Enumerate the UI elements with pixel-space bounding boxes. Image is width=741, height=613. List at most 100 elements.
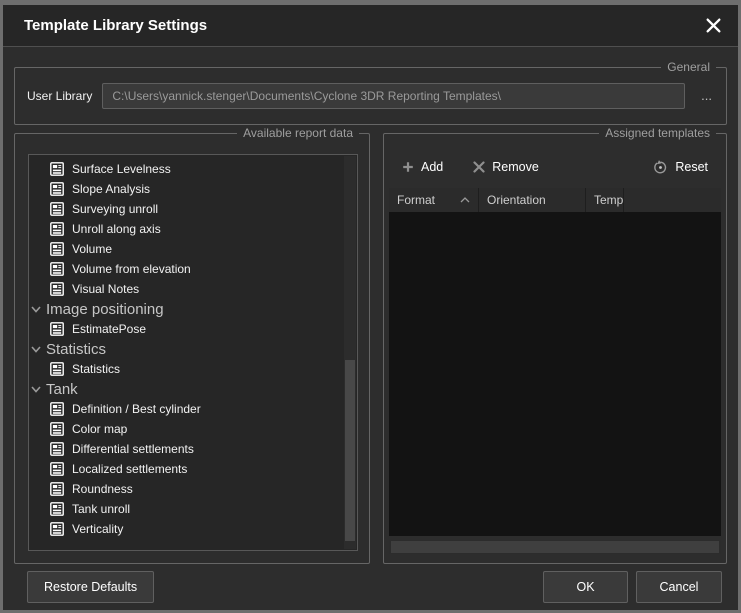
tree-item-row[interactable]: Tank unroll (29, 499, 357, 519)
report-icon (50, 462, 64, 476)
tree-item-row[interactable]: Slope Analysis (29, 179, 357, 199)
tree-item-row[interactable]: Surveying unroll (29, 199, 357, 219)
reset-button[interactable]: Reset (647, 158, 714, 177)
tree-row-label: Differential settlements (72, 442, 194, 456)
tree-row-label: Volume (72, 242, 112, 256)
tree-item-row[interactable]: Definition / Best cylinder (29, 399, 357, 419)
report-icon (50, 422, 64, 436)
table-body-empty[interactable] (389, 212, 721, 536)
tree-item-row[interactable]: Verticality (29, 519, 357, 539)
browse-button[interactable]: ... (695, 83, 718, 109)
add-button[interactable]: Add (396, 158, 449, 176)
cancel-button[interactable]: Cancel (636, 571, 722, 603)
tree-item-row[interactable]: Differential settlements (29, 439, 357, 459)
vertical-scrollbar[interactable] (344, 156, 356, 549)
tree-row-label: Slope Analysis (72, 182, 150, 196)
report-icon (50, 222, 64, 236)
dialog-content: General User Library C:\Users\yannick.st… (3, 47, 738, 610)
column-header-label: Temp (594, 193, 623, 207)
report-icon (50, 442, 64, 456)
assigned-templates-table: Format Orientation Temp (389, 188, 721, 536)
tree-item-row[interactable]: Localized settlements (29, 459, 357, 479)
tree-row-label: Tank (46, 381, 78, 398)
x-icon (473, 161, 485, 173)
tree-row-label: EstimatePose (72, 322, 146, 336)
column-header-format[interactable]: Format (389, 188, 479, 212)
horizontal-scrollbar[interactable] (389, 540, 721, 554)
available-report-data-legend: Available report data (237, 125, 359, 141)
assigned-templates-toolbar: Add Remove (396, 154, 714, 180)
report-icon (50, 402, 64, 416)
report-icon (50, 282, 64, 296)
tree-row-label: Tank unroll (72, 502, 130, 516)
report-icon (50, 522, 64, 536)
tree-row-label: Verticality (72, 522, 123, 536)
tree-row-label: Visual Notes (72, 282, 139, 296)
tree-item-row[interactable]: Statistics (29, 359, 357, 379)
table-header-row: Format Orientation Temp (389, 188, 721, 212)
tree-row-label: Image positioning (46, 301, 164, 318)
general-legend: General (661, 59, 716, 75)
column-header-label: Format (397, 193, 435, 207)
horizontal-scrollbar-thumb[interactable] (391, 541, 719, 553)
user-library-label: User Library (27, 89, 92, 103)
ok-button[interactable]: OK (543, 571, 628, 603)
user-library-path-input[interactable]: C:\Users\yannick.stenger\Documents\Cyclo… (102, 83, 685, 109)
tree-group-row[interactable]: Image positioning (29, 299, 357, 319)
tree-item-row[interactable]: Volume from elevation (29, 259, 357, 279)
report-data-tree: Surface Levelness Slope Analysis Surveying… (29, 155, 357, 550)
plus-icon (402, 161, 414, 173)
tree-row-label: Statistics (72, 362, 120, 376)
tree-item-row[interactable]: Roundness (29, 479, 357, 499)
chevron-down-icon (31, 306, 41, 313)
tree-item-row[interactable]: Volume (29, 239, 357, 259)
middle-panels: Available report data Surface LevelnessS… (14, 133, 727, 564)
caret-up-icon (454, 197, 470, 203)
tree-item-row[interactable]: Visual Notes (29, 279, 357, 299)
tree-row-label: Surface Levelness (72, 162, 171, 176)
report-icon (50, 322, 64, 336)
report-icon (50, 482, 64, 496)
tree-item-row[interactable]: Unroll along axis (29, 219, 357, 239)
column-header-empty[interactable] (624, 188, 721, 212)
tree-row-label: Volume from elevation (72, 262, 191, 276)
report-icon (50, 262, 64, 276)
footer-bar: Restore Defaults OK Cancel (14, 564, 727, 610)
titlebar: Template Library Settings (3, 5, 738, 47)
assigned-templates-legend: Assigned templates (599, 125, 716, 141)
general-groupbox: General User Library C:\Users\yannick.st… (14, 67, 727, 125)
report-icon (50, 182, 64, 196)
report-icon (50, 502, 64, 516)
remove-button[interactable]: Remove (467, 158, 545, 176)
restore-defaults-button[interactable]: Restore Defaults (27, 571, 154, 603)
tree-row-label: Definition / Best cylinder (72, 402, 201, 416)
report-icon (50, 362, 64, 376)
column-header-temp[interactable]: Temp (586, 188, 624, 212)
tree-group-row[interactable]: Statistics (29, 339, 357, 359)
report-icon (50, 242, 64, 256)
tree-row-label: Unroll along axis (72, 222, 161, 236)
column-header-label: Orientation (487, 193, 546, 207)
close-icon (705, 17, 722, 34)
tree-group-row[interactable]: Tank (29, 379, 357, 399)
reset-circular-arrow-icon (653, 160, 668, 175)
dialog-title: Template Library Settings (24, 17, 700, 34)
assigned-templates-groupbox: Assigned templates Add Remove (383, 133, 727, 564)
report-data-listbox: Surface Levelness Slope Analysis Surveying… (28, 154, 358, 551)
chevron-down-icon (31, 346, 41, 353)
tree-item-row[interactable]: Surface Levelness (29, 159, 357, 179)
report-icon (50, 162, 64, 176)
close-button[interactable] (700, 13, 726, 39)
tree-row-label: Color map (72, 422, 127, 436)
report-icon (50, 202, 64, 216)
tree-item-row[interactable]: EstimatePose (29, 319, 357, 339)
tree-row-label: Surveying unroll (72, 202, 158, 216)
tree-item-row[interactable]: Color map (29, 419, 357, 439)
tree-row-label: Localized settlements (72, 462, 187, 476)
vertical-scrollbar-thumb[interactable] (345, 360, 355, 541)
chevron-down-icon (31, 386, 41, 393)
column-header-orientation[interactable]: Orientation (479, 188, 586, 212)
tree-row-label: Roundness (72, 482, 133, 496)
template-library-settings-dialog: Template Library Settings General User L… (0, 0, 741, 613)
available-report-data-groupbox: Available report data Surface LevelnessS… (14, 133, 370, 564)
